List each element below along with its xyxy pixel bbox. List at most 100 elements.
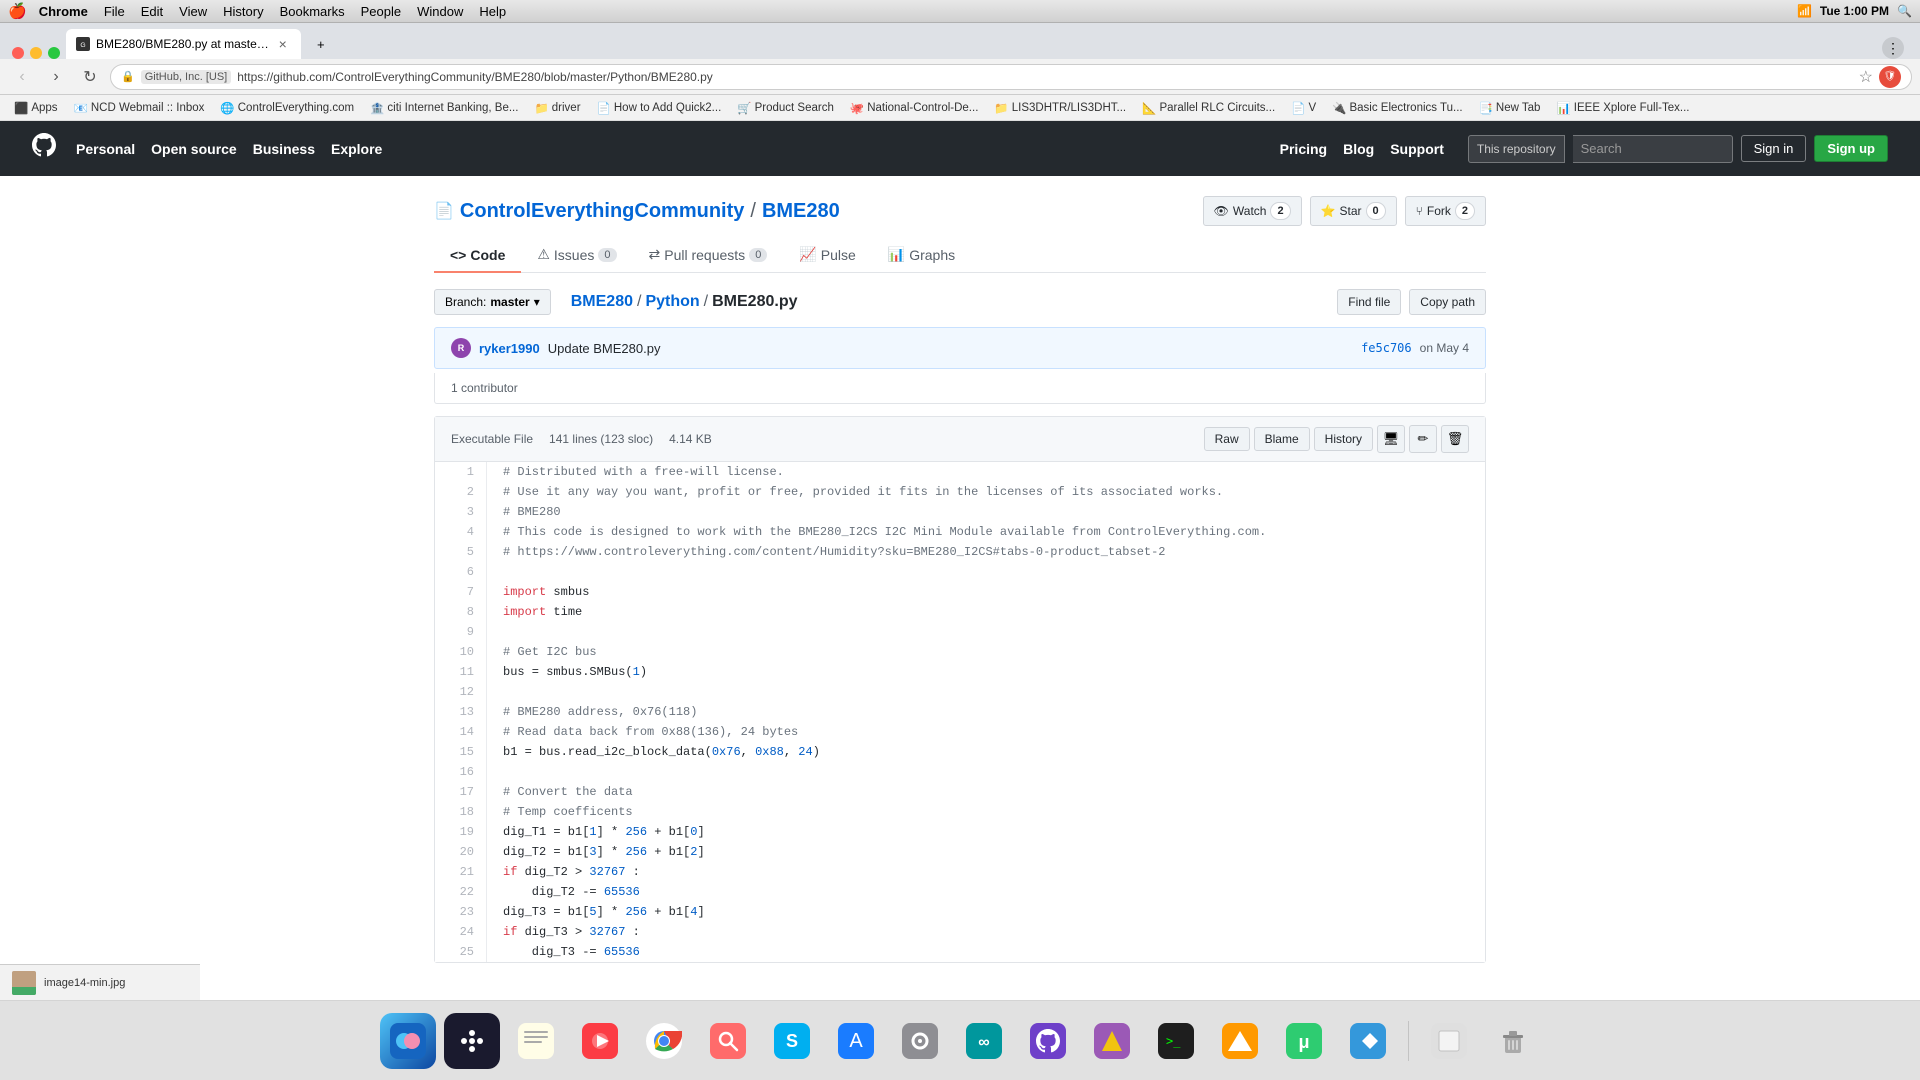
fork-button[interactable]: ⑂ Fork 2 <box>1405 196 1486 226</box>
file-menu[interactable]: File <box>104 4 125 19</box>
dock-trash[interactable] <box>1485 1013 1541 1069</box>
breadcrumb-repo[interactable]: BME280 <box>571 293 633 311</box>
dock-skype[interactable]: S <box>764 1013 820 1069</box>
chrome-menu[interactable]: Chrome <box>39 4 88 19</box>
back-button[interactable]: ‹ <box>8 63 36 91</box>
tab-pullreqs[interactable]: ⇄ Pull requests 0 <box>633 238 784 273</box>
branch-selector[interactable]: Branch: master ▾ <box>434 289 551 315</box>
nav-business[interactable]: Business <box>253 141 315 157</box>
dock-notes[interactable] <box>508 1013 564 1069</box>
tab-pulse[interactable]: 📈 Pulse <box>783 238 871 273</box>
tab-close-button[interactable]: × <box>275 36 291 52</box>
org-link[interactable]: ControlEverythingCommunity <box>460 200 744 223</box>
breadcrumb-dir[interactable]: Python <box>645 293 699 311</box>
svg-text:μ: μ <box>1298 1032 1309 1052</box>
repo-name-link[interactable]: BME280 <box>762 200 840 223</box>
bookmark-product[interactable]: 🛒 Product Search <box>731 99 840 117</box>
code-line: 3# BME280 <box>435 502 1485 522</box>
nav-personal[interactable]: Personal <box>76 141 135 157</box>
search-scope-selector[interactable]: This repository <box>1468 135 1565 163</box>
dock-utorrent[interactable]: μ <box>1276 1013 1332 1069</box>
minimize-button[interactable] <box>30 47 42 59</box>
signin-button[interactable]: Sign in <box>1741 135 1807 162</box>
dock-preview[interactable] <box>1421 1013 1477 1069</box>
author-avatar: R <box>451 338 471 358</box>
history-menu[interactable]: History <box>223 4 263 19</box>
edit-menu[interactable]: Edit <box>141 4 163 19</box>
bookmark-rlc[interactable]: 📐 Parallel RLC Circuits... <box>1136 99 1281 117</box>
code-line: 19dig_T1 = b1[1] * 256 + b1[0] <box>435 822 1485 842</box>
reload-button[interactable]: ↻ <box>76 63 104 91</box>
raw-button[interactable]: Raw <box>1204 427 1250 451</box>
bookmark-lis[interactable]: 📁 LIS3DHTR/LIS3DHT... <box>988 99 1132 117</box>
nav-support[interactable]: Support <box>1390 141 1444 157</box>
dock-arduino[interactable]: ∞ <box>956 1013 1012 1069</box>
new-tab-button[interactable]: + <box>303 29 339 59</box>
bookmark-ncd[interactable]: 📧 NCD Webmail :: Inbox <box>68 99 211 117</box>
dock-reeder[interactable] <box>1084 1013 1140 1069</box>
forward-button[interactable]: › <box>42 63 70 91</box>
search-menubar-icon[interactable]: 🔍 <box>1897 4 1912 18</box>
apps-icon: ⬛ <box>14 101 28 115</box>
nav-pricing[interactable]: Pricing <box>1280 141 1327 157</box>
history-button[interactable]: History <box>1314 427 1373 451</box>
tab-code[interactable]: <> Code <box>434 238 521 273</box>
edit-icon[interactable]: ✏ <box>1409 425 1437 453</box>
dock-launchpad[interactable] <box>444 1013 500 1069</box>
commit-author[interactable]: ryker1990 <box>479 341 540 356</box>
code-body: 1# Distributed with a free-will license.… <box>435 462 1485 962</box>
dock-chrome[interactable] <box>636 1013 692 1069</box>
dock-systemprefs[interactable] <box>892 1013 948 1069</box>
bookmark-v[interactable]: 📄 V <box>1285 99 1322 117</box>
tab-issues[interactable]: ⚠ Issues 0 <box>521 238 632 273</box>
dock-search[interactable] <box>700 1013 756 1069</box>
bookmark-citi[interactable]: 🏦 citi Internet Banking, Be... <box>364 99 524 117</box>
star-button[interactable]: ⭐ Star 0 <box>1310 196 1397 226</box>
delete-icon[interactable]: 🗑 <box>1441 425 1469 453</box>
bookmarks-apps[interactable]: ⬛ Apps <box>8 99 64 117</box>
dock-copyflow[interactable] <box>1340 1013 1396 1069</box>
nav-explore[interactable]: Explore <box>331 141 382 157</box>
tab-title: BME280/BME280.py at maste… <box>96 37 269 51</box>
people-menu[interactable]: People <box>361 4 401 19</box>
bookmark-basic[interactable]: 🔌 Basic Electronics Tu... <box>1326 99 1468 117</box>
code-line: 25 dig_T3 -= 65536 <box>435 942 1485 962</box>
address-bar[interactable]: 🔒 GitHub, Inc. [US] https://github.com/C… <box>110 64 1912 90</box>
dock-music[interactable] <box>572 1013 628 1069</box>
copy-path-button[interactable]: Copy path <box>1409 289 1486 315</box>
chrome-menu-button[interactable]: ⋮ <box>1882 37 1904 59</box>
bookmark-ncd2[interactable]: 🐙 National-Control-De... <box>844 99 985 117</box>
bookmarks-menu[interactable]: Bookmarks <box>280 4 345 19</box>
view-menu[interactable]: View <box>179 4 207 19</box>
dock-vlc[interactable] <box>1212 1013 1268 1069</box>
github-logo[interactable] <box>32 133 56 164</box>
maximize-button[interactable] <box>48 47 60 59</box>
dock-terminal[interactable]: >_ <box>1148 1013 1204 1069</box>
shield-icon[interactable]: 🛡 <box>1879 66 1901 88</box>
bookmark-star-icon[interactable]: ☆ <box>1859 67 1873 87</box>
window-menu[interactable]: Window <box>417 4 463 19</box>
close-button[interactable] <box>12 47 24 59</box>
tab-graphs[interactable]: 📊 Graphs <box>872 238 971 273</box>
dock-finder[interactable] <box>380 1013 436 1069</box>
nav-opensource[interactable]: Open source <box>151 141 237 157</box>
nav-blog[interactable]: Blog <box>1343 141 1374 157</box>
bookmark-ce[interactable]: 🌐 ControlEverything.com <box>214 99 360 117</box>
signup-button[interactable]: Sign up <box>1814 135 1888 162</box>
commit-hash[interactable]: fe5c706 <box>1361 341 1412 355</box>
active-tab[interactable]: G BME280/BME280.py at maste… × <box>66 29 301 59</box>
help-menu[interactable]: Help <box>479 4 506 19</box>
watch-button[interactable]: 👁 Watch 2 <box>1203 196 1302 226</box>
apple-menu[interactable]: 🍎 <box>8 2 27 20</box>
bookmark-quick[interactable]: 📄 How to Add Quick2... <box>591 99 728 117</box>
search-input[interactable] <box>1573 135 1733 163</box>
dock-appstore[interactable]: A <box>828 1013 884 1069</box>
bookmark-driver[interactable]: 📁 driver <box>528 99 586 117</box>
bookmark-ieee[interactable]: 📊 IEEE Xplore Full-Tex... <box>1550 99 1695 117</box>
dock-github-desktop[interactable] <box>1020 1013 1076 1069</box>
find-file-button[interactable]: Find file <box>1337 289 1401 315</box>
code-line: 14# Read data back from 0x88(136), 24 by… <box>435 722 1485 742</box>
blame-button[interactable]: Blame <box>1254 427 1310 451</box>
desktop-icon[interactable]: 🖥 <box>1377 425 1405 453</box>
bookmark-newtab[interactable]: 📑 New Tab <box>1473 99 1547 117</box>
